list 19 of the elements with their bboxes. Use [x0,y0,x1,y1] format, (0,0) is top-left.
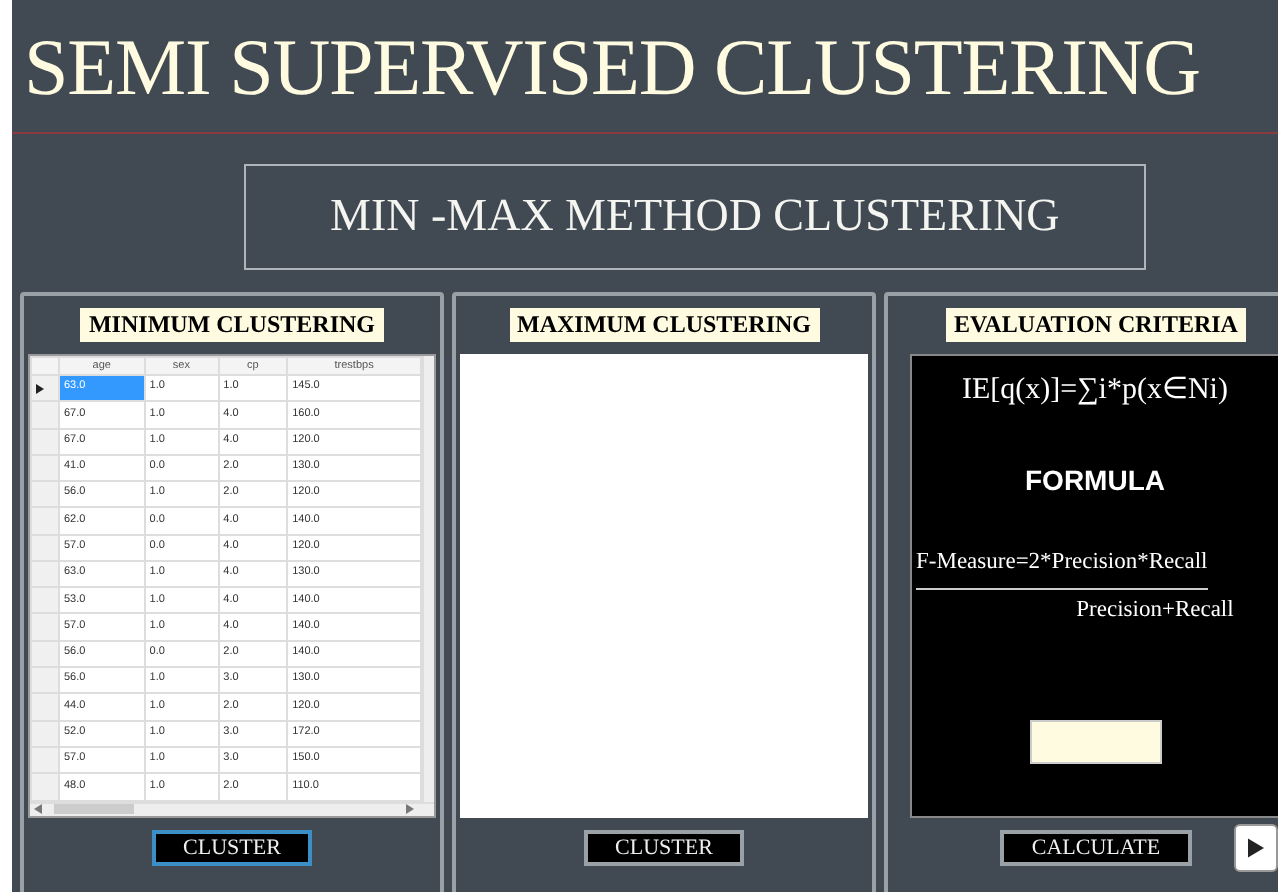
formula-numerator: F-Measure=2*Precision*Recall [916,546,1208,591]
play-button[interactable] [1234,824,1278,872]
formula-text: IE[q(x)]=∑i*p(x∈Ni) [962,371,1228,409]
cluster-button[interactable]: CLUSTER [151,829,313,865]
cluster-button[interactable]: CALCULATE [999,829,1193,865]
cluster-button[interactable]: CLUSTER [583,829,745,865]
scroll-left-icon[interactable] [34,804,42,814]
app-title: SEMI SUPERVISED CLUSTERING [22,20,1200,108]
scroll-thumb[interactable] [54,804,134,814]
scroll-right-icon[interactable] [406,804,414,814]
panel-heading: MAXIMUM CLUSTERING [509,307,819,341]
panel-heading: MINIMUM CLUSTERING [80,307,383,341]
section-heading: MIN -MAX METHOD CLUSTERING [244,164,1146,269]
result-field[interactable] [1029,719,1161,763]
row-pointer-icon [36,383,44,394]
formula-denominator: Precision+Recall [1076,596,1234,627]
formula-caption: FORMULA [1025,462,1165,500]
play-icon [1248,836,1264,860]
panel-heading: EVALUATION CRITERIA [946,307,1246,341]
